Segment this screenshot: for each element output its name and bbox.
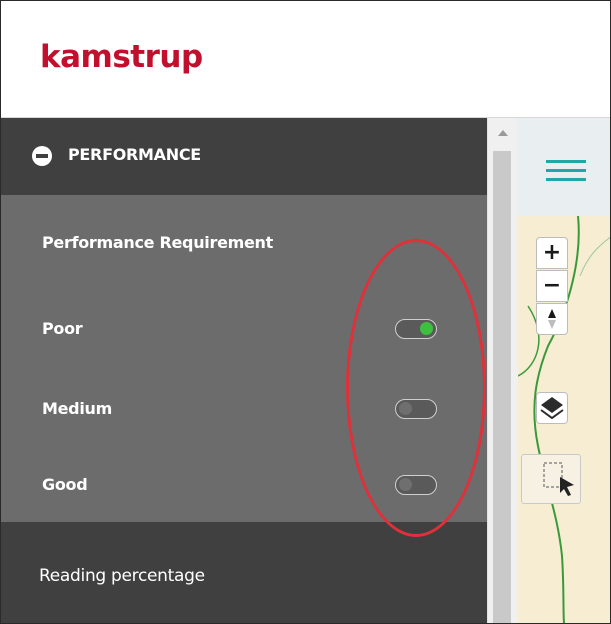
sidebar-scrollbar[interactable] (487, 118, 518, 623)
app-window: kamstrup PERFORMANCE Performance Require… (0, 0, 611, 624)
performance-panel: Performance Requirement Poor Medium Good (1, 195, 487, 522)
layers-button[interactable] (536, 392, 568, 424)
sidebar: PERFORMANCE Performance Requirement Poor… (1, 118, 487, 623)
option-label-poor: Poor (42, 319, 83, 338)
toggle-knob (399, 402, 412, 415)
option-label-good: Good (42, 475, 88, 494)
compass-arrow-icon (548, 309, 556, 329)
map-toolbar (518, 118, 610, 216)
kamstrup-logo: kamstrup (40, 39, 203, 75)
sidebar-item-label: Reading percentage (39, 566, 205, 586)
option-row-medium: Medium (1, 389, 487, 429)
scroll-thumb[interactable] (493, 151, 511, 623)
box-select-cursor-icon (543, 462, 574, 496)
collapse-minus-icon[interactable] (32, 146, 52, 166)
minus-icon: − (542, 273, 562, 298)
zoom-out-button[interactable]: − (536, 270, 568, 302)
toggle-medium[interactable] (395, 399, 437, 419)
app-header: kamstrup (1, 1, 610, 118)
hamburger-menu-icon[interactable] (546, 160, 586, 182)
section-title: PERFORMANCE (68, 145, 201, 164)
plus-icon: + (542, 240, 562, 265)
box-select-button[interactable] (521, 454, 581, 504)
option-row-good: Good (1, 465, 487, 505)
zoom-in-button[interactable]: + (536, 237, 568, 269)
layers-icon (540, 397, 564, 420)
performance-section-header[interactable]: PERFORMANCE (1, 118, 487, 195)
compass-button[interactable] (536, 303, 568, 335)
panel-title: Performance Requirement (42, 233, 273, 252)
toggle-knob (399, 478, 412, 491)
map-area: + − (518, 118, 610, 623)
scroll-up-arrow-icon[interactable] (498, 130, 508, 136)
toggle-poor[interactable] (395, 319, 437, 339)
sidebar-item-reading-percentage[interactable]: Reading percentage (1, 522, 487, 623)
option-label-medium: Medium (42, 399, 112, 418)
toggle-good[interactable] (395, 475, 437, 495)
toggle-knob (420, 322, 433, 335)
option-row-poor: Poor (1, 309, 487, 349)
